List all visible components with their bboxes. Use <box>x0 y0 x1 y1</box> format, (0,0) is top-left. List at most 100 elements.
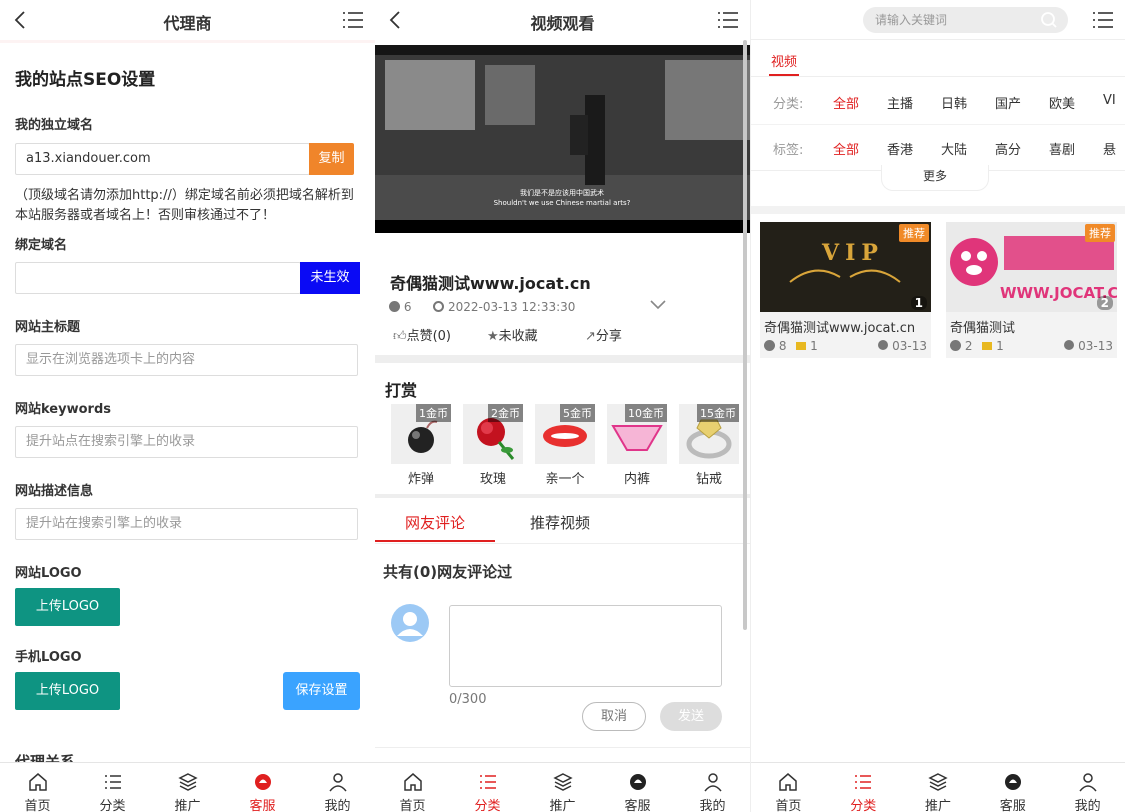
tag-option[interactable]: 高分 <box>995 139 1021 158</box>
tab-home[interactable]: 首页 <box>375 763 450 812</box>
tab-mine[interactable]: 我的 <box>300 763 375 812</box>
bottom-tabbar: 首页 分类 推广 客服 我的 <box>375 762 750 812</box>
clock-icon <box>433 301 445 312</box>
tab-video[interactable]: 视频 <box>771 51 797 70</box>
gift-price: 15金币 <box>697 404 739 422</box>
domain-note: （顶级域名请勿添加http://）绑定域名前必须把域名解析到本站服务器或者域名上… <box>15 188 354 223</box>
tag-option[interactable]: 悬 <box>1103 139 1116 158</box>
like-button[interactable]: 👍︎点赞(0) <box>393 325 451 344</box>
category-screen: 请输入关键词 视频 分类: 全部 主播 日韩 国产 欧美 VI 标签: 全部 香… <box>750 0 1125 812</box>
category-option[interactable]: 国产 <box>995 93 1021 112</box>
divider <box>751 76 1125 77</box>
video-player[interactable]: 我们是不是应该用中国武术 Shouldn't we use Chinese ma… <box>375 45 750 233</box>
tab-category[interactable]: 分类 <box>826 763 901 812</box>
chevron-down-icon[interactable] <box>649 298 667 312</box>
send-button[interactable]: 发送 <box>660 702 722 731</box>
page-title: 视频观看 <box>530 14 595 33</box>
tab-home[interactable]: 首页 <box>0 763 75 812</box>
coin-count: 1 <box>996 339 1004 353</box>
menu-icon[interactable] <box>716 8 740 32</box>
tab-promote[interactable]: 推广 <box>150 763 225 812</box>
video-title: 奇偶猫测试www.jocat.cn <box>390 274 591 293</box>
video-subtitle-cn: 我们是不是应该用中国武术 <box>520 188 604 197</box>
site-title-input[interactable]: 显示在浏览器选项卡上的内容 <box>15 344 358 376</box>
category-option[interactable]: VI <box>1103 93 1116 108</box>
gift-item[interactable]: 1金币 炸弹 <box>391 404 451 487</box>
layers-icon <box>928 773 948 791</box>
tab-service[interactable]: 客服 <box>225 763 300 812</box>
video-card[interactable]: WWW.JOCAT.C 推荐 2 奇偶猫测试 2 1 03-13 <box>946 222 1117 358</box>
tab-service[interactable]: 客服 <box>600 763 675 812</box>
more-button[interactable]: 更多 <box>881 165 989 191</box>
divider <box>751 124 1125 125</box>
save-settings-button[interactable]: 保存设置 <box>283 672 360 710</box>
domain-input[interactable]: a13.xiandouer.com <box>15 143 310 175</box>
play-icon <box>764 340 775 351</box>
comments-count: 共有(0)网友评论过 <box>383 563 513 581</box>
category-option[interactable]: 日韩 <box>941 93 967 112</box>
tab-promote[interactable]: 推广 <box>525 763 600 812</box>
bottom-tabbar: 首页 分类 推广 客服 我的 <box>0 762 375 812</box>
tab-recommend[interactable]: 推荐视频 <box>530 512 590 533</box>
gift-item[interactable]: 10金币 内裤 <box>607 404 667 487</box>
avatar <box>391 604 429 642</box>
category-option[interactable]: 欧美 <box>1049 93 1075 112</box>
description-input[interactable]: 提升站在搜索引擎上的收录 <box>15 508 358 540</box>
list-icon <box>855 775 872 789</box>
gift-item[interactable]: 5金币 亲一个 <box>535 404 595 487</box>
tab-category[interactable]: 分类 <box>450 763 525 812</box>
menu-icon[interactable] <box>341 8 365 32</box>
bind-status-button[interactable]: 未生效 <box>300 262 360 294</box>
recommend-badge: 推荐 <box>899 224 929 242</box>
category-option[interactable]: 主播 <box>887 93 913 112</box>
tag-option[interactable]: 全部 <box>833 139 859 158</box>
svg-text:VIP: VIP <box>821 240 884 266</box>
play-count: 6 <box>403 300 412 314</box>
search-input[interactable]: 请输入关键词 <box>863 7 1068 33</box>
copy-button[interactable]: 复制 <box>309 143 354 175</box>
divider <box>375 355 750 363</box>
play-icon <box>950 340 961 351</box>
bottom-tabbar: 首页 分类 推广 客服 我的 <box>751 762 1125 812</box>
star-icon: ★ <box>487 329 499 344</box>
card-index: 2 <box>1096 296 1113 310</box>
tab-promote[interactable]: 推广 <box>901 763 976 812</box>
video-card[interactable]: VIP 推荐 1 奇偶猫测试www.jocat.cn 8 1 03-13 <box>760 222 931 358</box>
card-date: 03-13 <box>1078 339 1113 353</box>
tag-option[interactable]: 喜剧 <box>1049 139 1075 158</box>
divider <box>375 543 750 544</box>
keywords-input[interactable]: 提升站点在搜索引擎上的收录 <box>15 426 358 458</box>
card-meta: 8 1 03-13 <box>760 336 931 354</box>
tab-category[interactable]: 分类 <box>75 763 150 812</box>
category-option[interactable]: 全部 <box>833 93 859 112</box>
tab-home[interactable]: 首页 <box>751 763 826 812</box>
comment-textarea[interactable] <box>449 605 722 687</box>
seo-heading: 我的站点SEO设置 <box>15 70 156 90</box>
tag-option[interactable]: 大陆 <box>941 139 967 158</box>
tag-option[interactable]: 香港 <box>887 139 913 158</box>
upload-logo-button[interactable]: 上传LOGO <box>15 588 120 626</box>
video-watch-screen: 视频观看 我们是不是应该用中国武术 Shouldn't we use Chine… <box>375 0 750 812</box>
bind-domain-input[interactable] <box>15 262 301 294</box>
card-title: 奇偶猫测试www.jocat.cn <box>764 321 916 336</box>
search-icon[interactable] <box>1040 11 1058 29</box>
gift-item[interactable]: 2金币 玫瑰 <box>463 404 523 487</box>
upload-mobile-logo-button[interactable]: 上传LOGO <box>15 672 120 710</box>
tab-mine[interactable]: 我的 <box>1050 763 1125 812</box>
logo-label: 网站LOGO <box>15 566 82 581</box>
gift-item[interactable]: 15金币 钻戒 <box>679 404 739 487</box>
user-icon <box>328 773 347 792</box>
menu-icon[interactable] <box>1091 8 1115 32</box>
tab-comments[interactable]: 网友评论 <box>405 512 465 533</box>
gift-price: 1金币 <box>416 404 451 422</box>
scrollbar[interactable] <box>743 40 747 630</box>
video-meta: 6 2022-03-13 12:33:30 <box>389 300 575 314</box>
favorite-button[interactable]: ★未收藏 <box>487 325 538 344</box>
tab-service[interactable]: 客服 <box>975 763 1050 812</box>
tab-mine[interactable]: 我的 <box>675 763 750 812</box>
gift-name: 钻戒 <box>695 472 722 487</box>
clock-icon <box>1064 340 1075 350</box>
cancel-button[interactable]: 取消 <box>582 702 646 731</box>
user-icon <box>703 773 722 792</box>
share-button[interactable]: ↗分享 <box>585 325 622 344</box>
